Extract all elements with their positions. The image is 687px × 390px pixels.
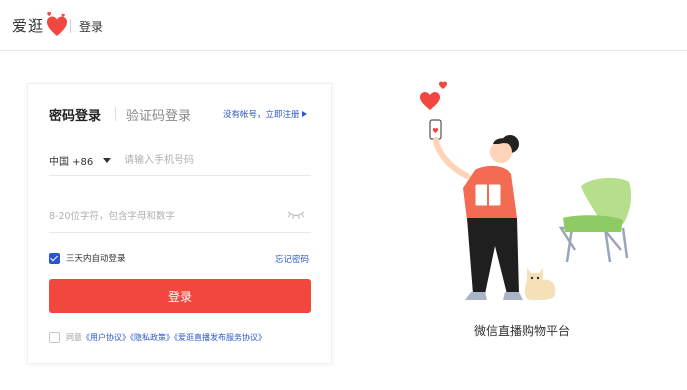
page-header: 爱逛 登录 [0,0,687,51]
promo-tagline: 微信直播购物平台 [474,324,571,338]
phone-field-row: 中国 +86 [49,146,311,176]
remember-checkbox[interactable] [49,252,60,264]
logo-text: 爱逛 [12,16,45,35]
remember-label: 三天内自动登录 [66,254,126,264]
password-field-row [49,201,311,233]
caret-down-icon[interactable] [103,158,111,163]
password-input[interactable] [49,204,279,228]
agreement-row: 同意《用户协议》《隐私政策》《爱逛直播发布服务协议》 [49,332,266,343]
agreement-text: 同意《用户协议》《隐私政策》《爱逛直播发布服务协议》 [66,332,266,343]
register-link[interactable]: 没有帐号，立即注册 [223,108,307,120]
play-arrow-icon [301,111,307,117]
remember-me[interactable]: 三天内自动登录 [49,252,126,264]
user-agreement-link[interactable]: 《用户协议》 [82,333,130,342]
tab-password-login[interactable]: 密码登录 [49,105,101,124]
privacy-policy-link[interactable]: 《隐私政策》 [130,333,174,342]
logo[interactable]: 爱逛 [12,12,68,38]
login-button[interactable]: 登录 [49,279,311,313]
heart-icon [47,12,68,36]
login-card: 密码登录 验证码登录 没有帐号，立即注册 中国 +86 三天内自动登录 忘记密码… [27,83,332,364]
tab-code-login[interactable]: 验证码登录 [126,105,191,124]
shopping-illustration [420,81,631,300]
page-title: 登录 [79,20,104,34]
phone-input[interactable] [124,148,309,172]
agree-prefix: 同意 [66,333,82,342]
forgot-password-link[interactable]: 忘记密码 [275,253,309,265]
header-divider [70,19,71,33]
country-code-select[interactable]: 中国 +86 [49,153,93,168]
eye-closed-icon[interactable] [287,210,305,220]
agree-checkbox[interactable] [49,332,60,343]
register-link-label: 没有帐号，立即注册 [223,110,300,120]
tab-divider [115,107,116,121]
service-agreement-link[interactable]: 《爱逛直播发布服务协议》 [174,333,266,342]
